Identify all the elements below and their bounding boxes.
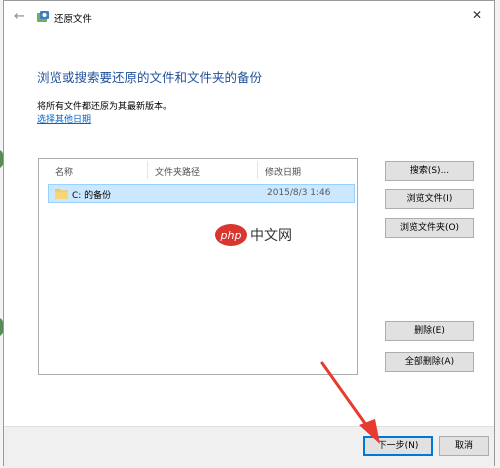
restore-files-dialog: ← 还原文件 ✕ 浏览或搜索要还原的文件和文件夹的备份 将所有文件都还原为其最新… [3,0,495,468]
annotation-arrow [320,361,380,444]
